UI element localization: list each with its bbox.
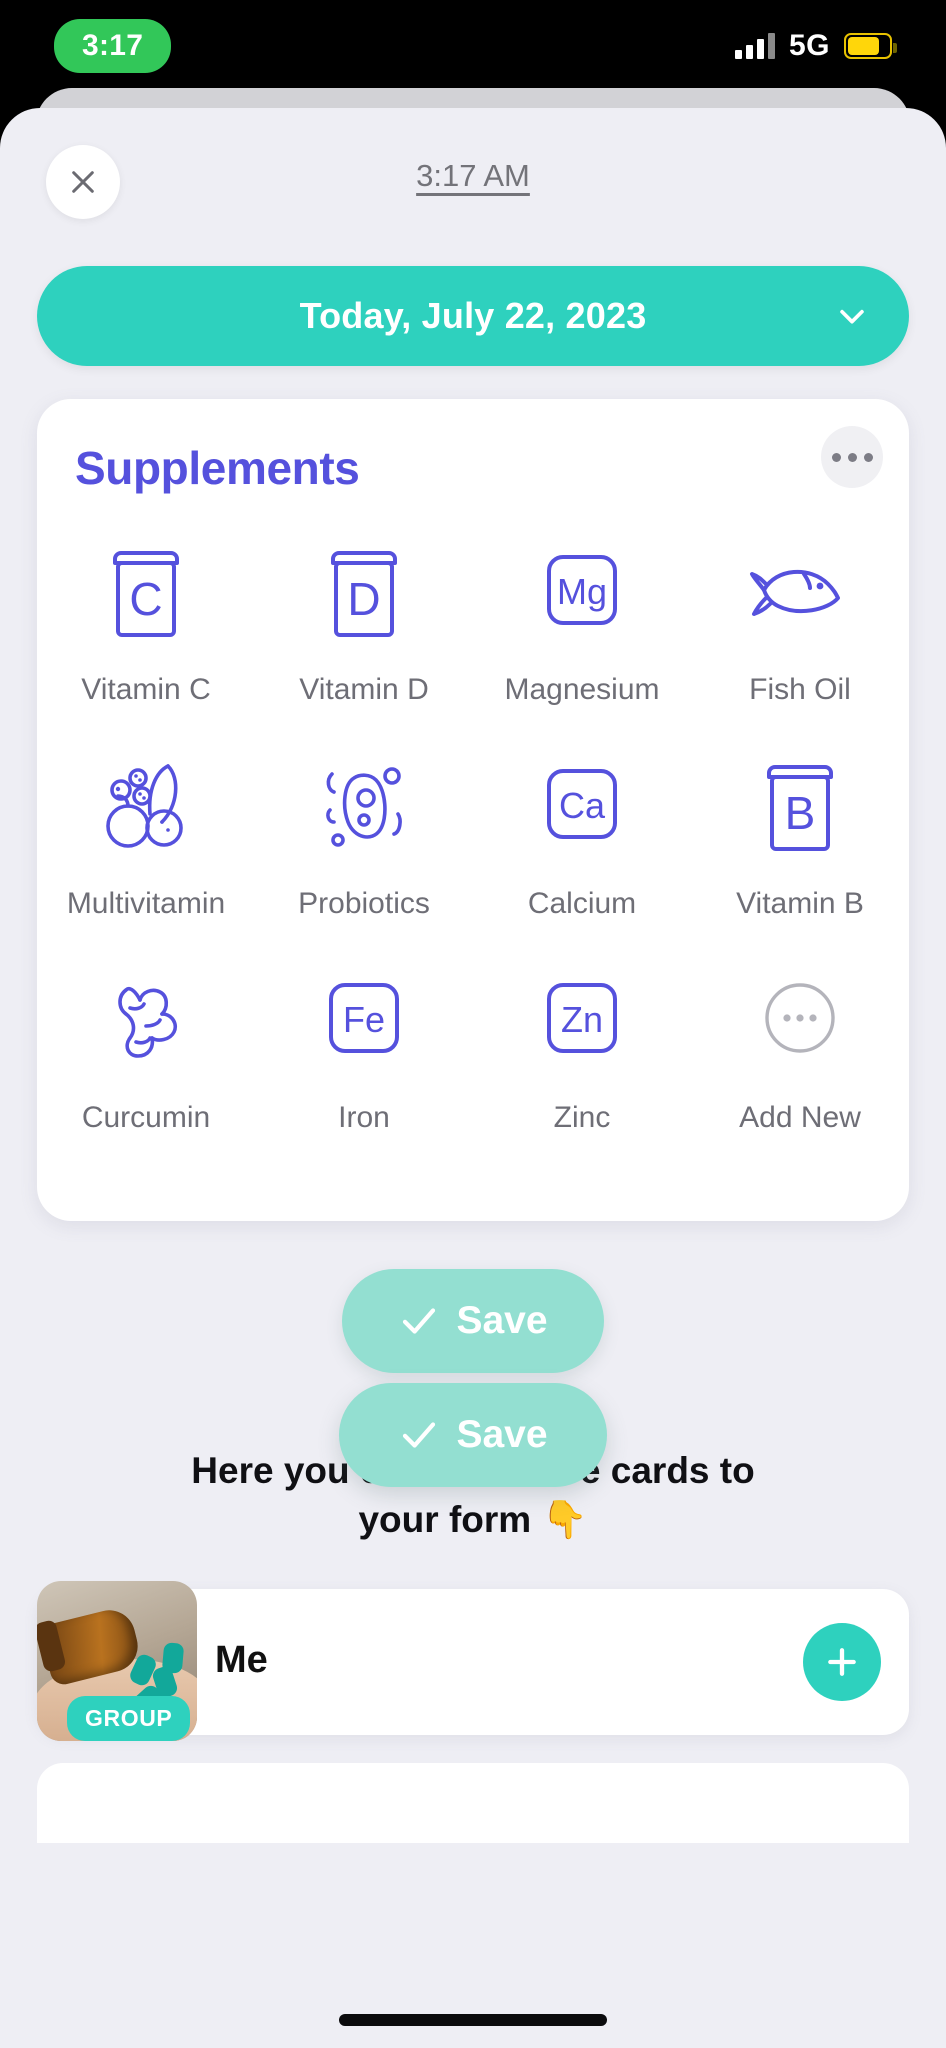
supplement-label: Probiotics — [298, 887, 430, 920]
svg-text:Fe: Fe — [343, 999, 385, 1040]
supplement-label: Vitamin C — [81, 673, 211, 706]
status-bar: 3:17 5G — [0, 0, 946, 92]
supplement-label: Magnesium — [504, 673, 660, 706]
supplement-item-iron[interactable]: Fe Iron — [255, 959, 473, 1173]
supplement-item-calcium[interactable]: Ca Calcium — [473, 745, 691, 959]
supplement-item-multivitamin[interactable]: Multivitamin — [37, 745, 255, 959]
home-indicator — [339, 2014, 607, 2026]
phone-screen: 3:17 5G 3:17 AM Today, July 22, 2023 Sup… — [0, 0, 946, 2048]
supplement-label: Iron — [338, 1101, 390, 1134]
sheet-header: 3:17 AM — [0, 108, 946, 238]
save-button-container: Save — [0, 1269, 946, 1373]
ellipsis-icon — [847, 452, 857, 462]
fruit-basket-icon — [94, 745, 198, 863]
svg-text:Mg: Mg — [557, 571, 607, 612]
save-button[interactable]: Save — [342, 1269, 604, 1373]
save-button-floating[interactable]: Save — [339, 1383, 607, 1487]
add-new-ellipsis-icon — [754, 959, 846, 1077]
pill-bottle-d-icon: D — [321, 531, 407, 649]
check-icon — [403, 1308, 436, 1334]
save-button-label: Save — [456, 1299, 548, 1342]
supplement-item-add-new[interactable]: Add New — [691, 959, 909, 1173]
supplements-card: Supplements C Vitamin C D Vitamin D Mg M… — [37, 399, 909, 1221]
supplement-label: Zinc — [553, 1101, 611, 1134]
cellular-bars-icon — [734, 33, 775, 59]
status-badge: GROUP — [67, 1695, 191, 1741]
network-type-label: 5G — [788, 29, 830, 62]
bacteria-icon — [314, 745, 414, 863]
ellipsis-icon — [831, 452, 841, 462]
supplement-label: Calcium — [527, 887, 637, 920]
card-more-button[interactable] — [821, 426, 883, 488]
sheet-timestamp[interactable]: 3:17 AM — [0, 158, 946, 194]
supplement-item-fish-oil[interactable]: Fish Oil — [691, 531, 909, 745]
svg-text:D: D — [347, 573, 380, 625]
svg-text:Zn: Zn — [561, 999, 603, 1040]
supplements-grid: C Vitamin C D Vitamin D Mg Magnesium Fis… — [37, 531, 909, 1173]
svg-text:B: B — [785, 787, 816, 839]
pill-bottle-c-icon: C — [103, 531, 189, 649]
turmeric-root-icon — [96, 959, 196, 1077]
supplement-label: Vitamin D — [299, 673, 429, 706]
supplement-item-vitamin-d[interactable]: D Vitamin D — [255, 531, 473, 745]
date-selector[interactable]: Today, July 22, 2023 — [37, 266, 909, 366]
add-card-button[interactable] — [803, 1622, 881, 1701]
supplement-label: Fish Oil — [749, 673, 851, 706]
save-button-floating-label: Save — [456, 1413, 548, 1456]
fish-icon — [748, 531, 852, 649]
element-ca-icon: Ca — [536, 745, 628, 863]
supplement-item-vitamin-b[interactable]: B Vitamin B — [691, 745, 909, 959]
svg-text:Ca: Ca — [559, 785, 606, 826]
next-form-card-partial[interactable] — [37, 1762, 909, 1843]
supplement-item-vitamin-c[interactable]: C Vitamin C — [37, 531, 255, 745]
hint-line-2: your form 👇 — [358, 1498, 588, 1540]
element-zn-icon: Zn — [536, 959, 628, 1077]
supplement-label: Vitamin B — [736, 887, 864, 920]
element-mg-icon: Mg — [536, 531, 628, 649]
supplement-label: Add New — [739, 1101, 861, 1134]
battery-low-power-icon — [844, 33, 897, 59]
plus-icon — [828, 1647, 856, 1676]
supplement-item-magnesium[interactable]: Mg Magnesium — [473, 531, 691, 745]
page-title: Supplements — [75, 442, 360, 494]
date-selector-label: Today, July 22, 2023 — [299, 295, 647, 336]
status-time-recording-pill: 3:17 — [54, 19, 172, 73]
svg-text:C: C — [129, 573, 162, 625]
form-card-title: Me — [215, 1638, 268, 1681]
chevron-down-icon[interactable] — [835, 299, 869, 333]
pill-bottle-b-icon: B — [757, 745, 843, 863]
supplement-item-probiotics[interactable]: Probiotics — [255, 745, 473, 959]
supplement-label: Curcumin — [81, 1101, 211, 1134]
supplement-label: Multivitamin — [66, 887, 226, 920]
modal-sheet: 3:17 AM Today, July 22, 2023 Supplements — [0, 108, 946, 2048]
element-fe-icon: Fe — [318, 959, 410, 1077]
supplement-item-curcumin[interactable]: Curcumin — [37, 959, 255, 1173]
status-indicators: 5G — [734, 29, 897, 63]
form-card-row[interactable]: GROUP Me — [37, 1580, 909, 1741]
supplement-item-zinc[interactable]: Zn Zinc — [473, 959, 691, 1173]
ellipsis-icon — [863, 452, 873, 462]
check-icon — [403, 1422, 436, 1448]
